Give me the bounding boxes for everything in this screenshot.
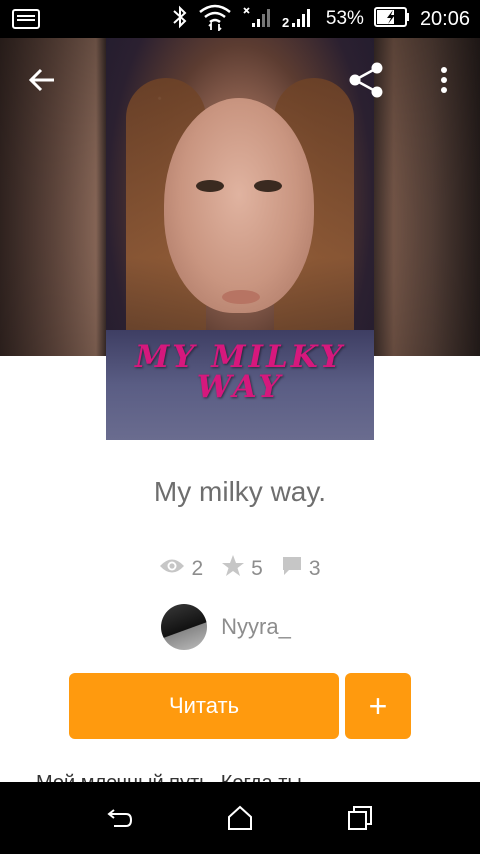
comments-stat: 3 [281,554,321,584]
home-nav-icon[interactable] [216,794,264,842]
star-icon [221,554,245,584]
author-row[interactable]: Nyyra_ [0,604,480,650]
book-stats: 2 5 3 [0,554,480,584]
wifi-icon [198,3,232,36]
cover-title-text: MY MILKY WAY [134,339,346,405]
screenshot-icon [12,9,40,34]
signal-icon [242,5,272,34]
views-count: 2 [191,557,204,580]
eye-icon [159,557,185,581]
status-bar: 2 53% 20:06 [0,0,480,38]
comment-icon [281,555,303,583]
more-vertical-icon[interactable] [420,56,468,104]
toolbar [0,38,480,122]
votes-count: 5 [251,557,263,580]
svg-text:2: 2 [282,15,289,29]
avatar[interactable] [161,604,208,650]
book-title: My milky way. [153,476,327,507]
back-nav-icon[interactable] [96,794,144,842]
add-to-library-button[interactable]: + [345,673,411,739]
clock: 20:06 [419,7,470,30]
navigation-bar [0,782,480,854]
battery-percent: 53% [325,8,364,29]
share-icon[interactable] [342,56,390,104]
comments-count: 3 [308,557,321,580]
views-stat: 2 [159,554,203,584]
bluetooth-icon [172,5,188,34]
votes-stat: 5 [221,554,263,584]
arrow-left-icon[interactable] [18,56,66,104]
recents-nav-icon[interactable] [336,794,384,842]
book-description: Мой млечный путь. Когда ты... [36,770,456,782]
author-name[interactable]: Nyyra_ [221,614,291,640]
read-button[interactable]: Читать [69,673,339,739]
battery-charging-icon [373,6,410,32]
signal-2g-icon: 2 [282,5,316,34]
